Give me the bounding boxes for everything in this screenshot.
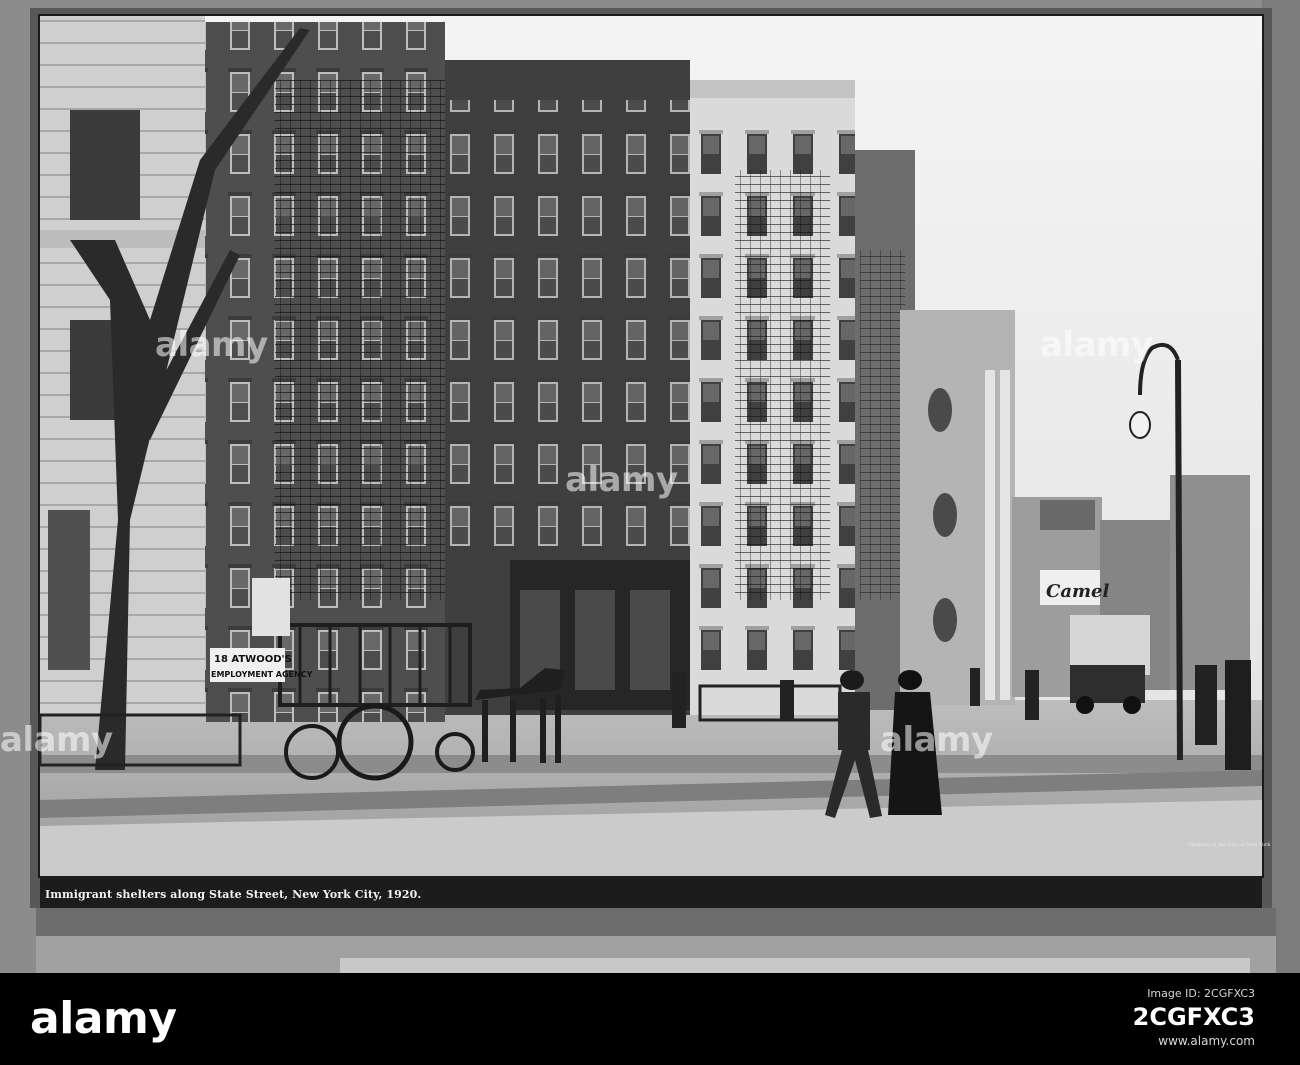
stock-banner: alamy Image ID: 2CGFXC3 2CGFXC3 www.alam… (0, 973, 1300, 1065)
watermark-center: alamy (565, 460, 678, 500)
agency-sign-line1: 18 ATWOOD'S (214, 654, 292, 665)
watermark-lower: alamy (880, 720, 993, 760)
agency-sign-line2: EMPLOYMENT AGENCY (211, 670, 313, 679)
church (900, 310, 1015, 705)
lamp-post (1175, 359, 1183, 761)
fire-escape (735, 170, 830, 600)
image-id-block: Image ID: 2CGFXC3 2CGFXC3 www.alamy.com (1133, 987, 1255, 1048)
ledge-plate (340, 958, 1250, 973)
frame-ledge (36, 908, 1276, 938)
watermark-right: alamy (1040, 325, 1153, 365)
image-id-label: Image ID: 2CGFXC3 (1147, 987, 1255, 1000)
billboard-text: Camel (1046, 581, 1109, 602)
stone-window (70, 110, 140, 220)
photo-credit: Museum of the City of New York (1188, 842, 1271, 848)
hanging-sign (252, 578, 290, 636)
site-url[interactable]: www.alamy.com (1133, 1034, 1255, 1048)
watermark-left: alamy (155, 325, 268, 365)
stone-door (48, 510, 90, 670)
lamp-globe (1129, 411, 1151, 439)
watermark-lower-left: alamy (0, 720, 113, 760)
fire-escape (275, 80, 465, 600)
image-id: 2CGFXC3 (1132, 1003, 1255, 1031)
alamy-logo[interactable]: alamy (30, 993, 177, 1044)
exhibit-photo-scene: 18 ATWOOD'S EMPLOYMENT AGENCY Camel (0, 0, 1300, 973)
photo-caption: Immigrant shelters along State Street, N… (45, 888, 422, 901)
